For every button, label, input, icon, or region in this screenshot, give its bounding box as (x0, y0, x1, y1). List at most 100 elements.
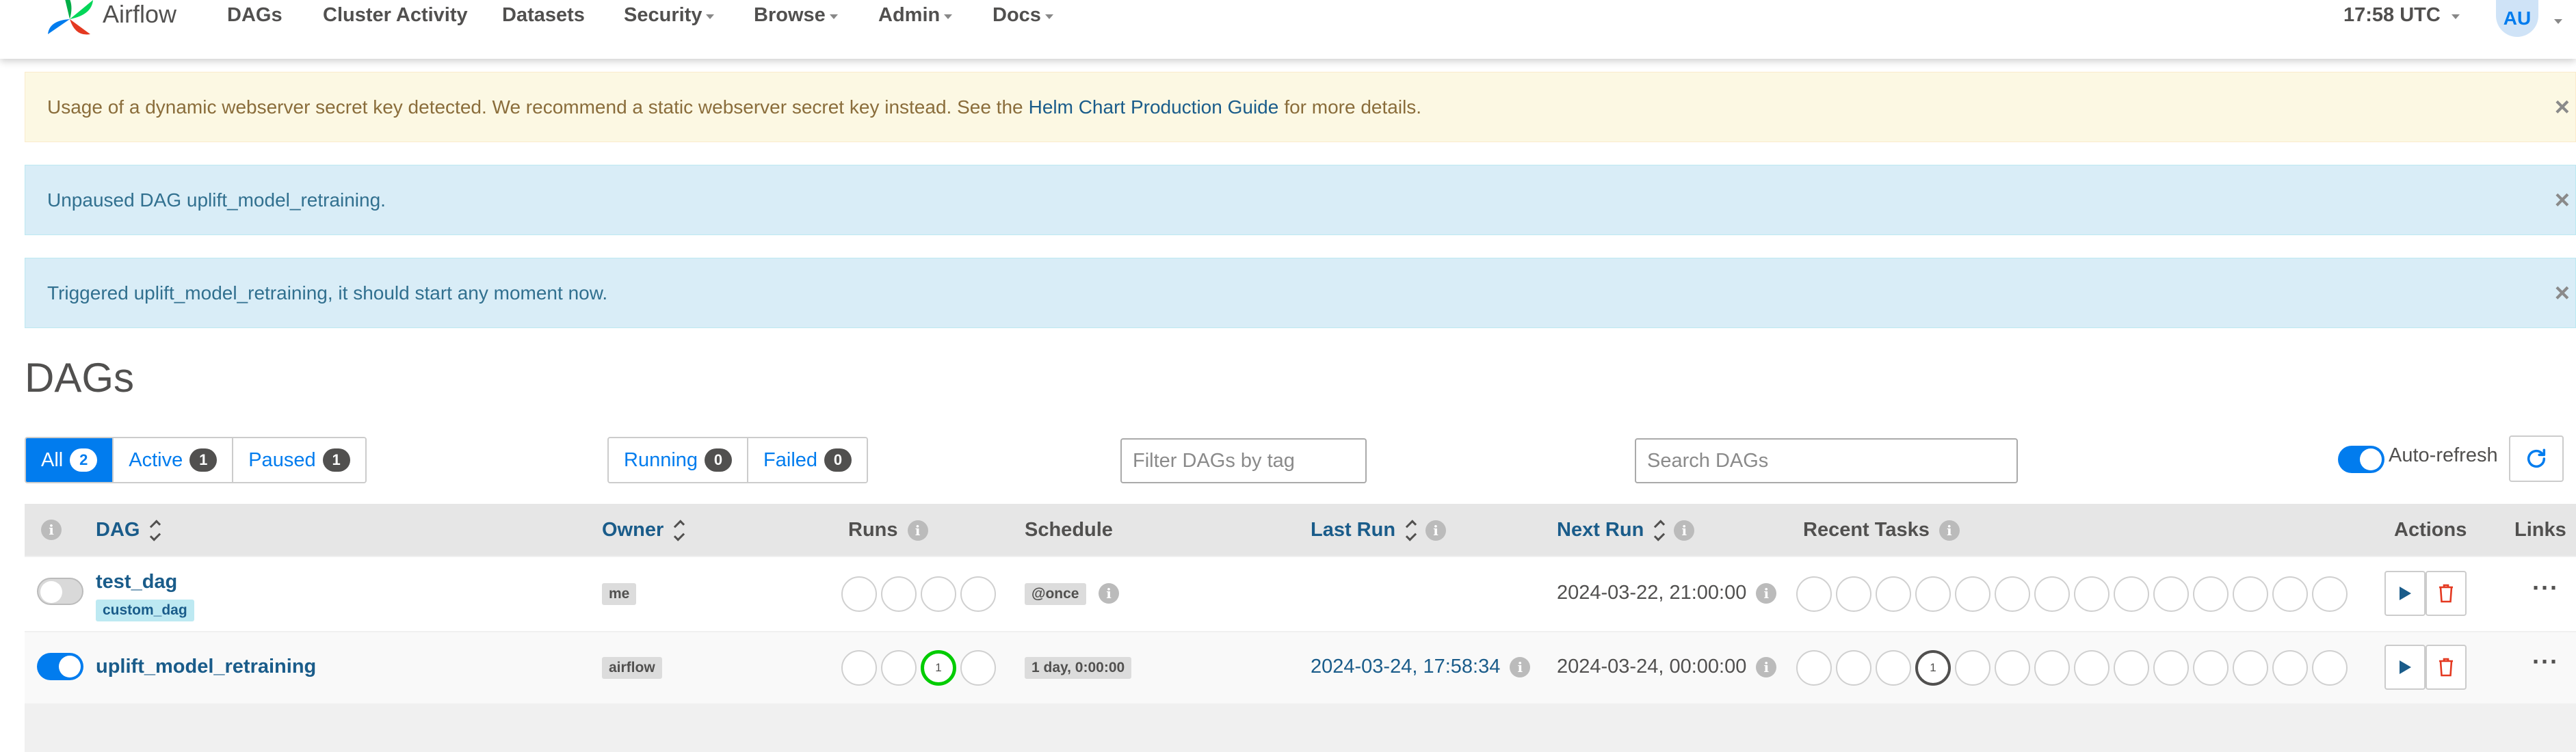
search-dags-input[interactable] (1635, 438, 2018, 483)
filter-active-button[interactable]: Active 1 (114, 438, 234, 482)
refresh-icon (2527, 448, 2546, 468)
table-header: i DAG Owner Runs i Schedule Last Run i Nex… (25, 504, 2576, 556)
task-state-circle[interactable] (2193, 650, 2229, 686)
info-icon[interactable]: i (1099, 583, 1119, 604)
delete-dag-button[interactable] (2426, 645, 2467, 690)
run-state-circle[interactable] (960, 576, 996, 612)
task-state-circle[interactable] (2114, 576, 2149, 612)
info-icon[interactable]: i (1510, 656, 1531, 677)
task-state-circle[interactable] (1836, 576, 1871, 612)
nav-docs[interactable]: Docs (993, 4, 1053, 27)
task-state-circle[interactable] (2272, 576, 2308, 612)
owner-badge[interactable]: me (602, 583, 637, 605)
header-last-run[interactable]: Last Run i (1311, 519, 1447, 541)
header-next-run[interactable]: Next Run i (1557, 519, 1695, 541)
header-schedule: Schedule (1025, 519, 1113, 541)
dag-link[interactable]: test_dag (96, 571, 177, 593)
tag-filter-input[interactable] (1120, 438, 1367, 483)
close-icon[interactable]: × (2555, 186, 2570, 215)
run-state-circle[interactable] (881, 576, 917, 612)
info-icon[interactable]: i (1425, 520, 1447, 541)
task-state-circle[interactable] (2153, 576, 2189, 612)
toggle-knob (2360, 448, 2382, 470)
run-state-circle[interactable] (960, 650, 996, 686)
dag-pause-toggle[interactable] (37, 653, 83, 680)
task-state-circle[interactable] (2153, 650, 2189, 686)
task-state-circle[interactable] (2034, 650, 2070, 686)
run-state-circle[interactable] (921, 576, 956, 612)
last-run[interactable]: 2024-03-24, 17:58:34 i (1311, 656, 1531, 678)
chevron-down-icon[interactable] (2554, 19, 2562, 24)
info-icon[interactable]: i (907, 520, 928, 541)
info-icon[interactable]: i (41, 520, 62, 540)
run-state-circle[interactable] (881, 650, 917, 686)
alert-text: Usage of a dynamic webserver secret key … (47, 96, 1023, 118)
task-state-circle[interactable] (2074, 576, 2110, 612)
header-dag[interactable]: DAG (96, 519, 161, 541)
filter-label: Running (624, 448, 698, 471)
nav-cluster-activity[interactable]: Cluster Activity (323, 4, 468, 27)
alert-text: for more details. (1284, 96, 1422, 118)
task-state-circle[interactable] (1836, 650, 1871, 686)
filter-all-button[interactable]: All 2 (26, 438, 114, 482)
run-state-circle[interactable] (841, 576, 877, 612)
recent-tasks-circles (1796, 576, 2348, 612)
more-options-icon[interactable]: ··· (2532, 647, 2559, 676)
close-icon[interactable]: × (2555, 279, 2570, 308)
nav-dags[interactable]: DAGs (227, 4, 282, 27)
dag-tag[interactable]: custom_dag (96, 600, 194, 621)
task-state-circle[interactable] (2233, 576, 2268, 612)
task-state-circle[interactable] (1955, 650, 1990, 686)
task-state-circle[interactable] (2074, 650, 2110, 686)
task-state-circle[interactable] (1915, 576, 1951, 612)
task-state-circle[interactable] (1876, 650, 1911, 686)
recent-tasks-circles: 1 (1796, 650, 2348, 686)
close-icon[interactable]: × (2555, 93, 2570, 122)
task-state-circle[interactable] (1796, 650, 1832, 686)
header-label: Runs (848, 519, 898, 541)
info-icon[interactable]: i (1756, 582, 1777, 604)
nav-datasets[interactable]: Datasets (502, 4, 585, 27)
trigger-dag-button[interactable] (2384, 645, 2426, 690)
helm-chart-guide-link[interactable]: Helm Chart Production Guide (1029, 96, 1279, 118)
info-icon[interactable]: i (1938, 520, 1960, 541)
task-state-circle[interactable] (1796, 576, 1832, 612)
dag-pause-toggle[interactable] (37, 578, 83, 605)
info-icon[interactable]: i (1756, 656, 1777, 677)
airflow-logo[interactable]: Airflow (42, 0, 176, 41)
task-state-circle-active[interactable]: 1 (1915, 650, 1951, 686)
nav-browse[interactable]: Browse (754, 4, 838, 27)
user-avatar[interactable]: AU (2496, 0, 2538, 37)
filter-failed-button[interactable]: Failed 0 (748, 438, 867, 482)
auto-refresh-toggle[interactable] (2338, 446, 2384, 473)
run-state-circle[interactable] (841, 650, 877, 686)
trigger-dag-button[interactable] (2384, 571, 2426, 616)
task-state-circle[interactable] (1995, 576, 2030, 612)
dag-link[interactable]: uplift_model_retraining (96, 656, 316, 678)
play-icon (2400, 587, 2411, 600)
nav-security[interactable]: Security (624, 4, 715, 27)
owner-badge[interactable]: airflow (602, 657, 662, 679)
task-state-circle[interactable] (1876, 576, 1911, 612)
task-state-circle[interactable] (2114, 650, 2149, 686)
header-owner[interactable]: Owner (602, 519, 685, 541)
task-state-circle[interactable] (2312, 650, 2348, 686)
delete-dag-button[interactable] (2426, 571, 2467, 616)
filter-running-button[interactable]: Running 0 (609, 438, 749, 482)
task-state-circle[interactable] (2233, 650, 2268, 686)
sort-icon (1653, 519, 1666, 541)
chevron-down-icon (2451, 14, 2460, 19)
run-state-circle-success[interactable]: 1 (921, 650, 956, 686)
task-state-circle[interactable] (2193, 576, 2229, 612)
info-icon[interactable]: i (1674, 520, 1695, 541)
nav-admin[interactable]: Admin (878, 4, 953, 27)
more-options-icon[interactable]: ··· (2532, 574, 2559, 602)
refresh-button[interactable] (2509, 435, 2564, 482)
task-state-circle[interactable] (2312, 576, 2348, 612)
task-state-circle[interactable] (2034, 576, 2070, 612)
task-state-circle[interactable] (1955, 576, 1990, 612)
filter-paused-button[interactable]: Paused 1 (233, 438, 365, 482)
task-state-circle[interactable] (1995, 650, 2030, 686)
timezone-dropdown[interactable]: 17:58 UTC (2343, 4, 2460, 27)
task-state-circle[interactable] (2272, 650, 2308, 686)
